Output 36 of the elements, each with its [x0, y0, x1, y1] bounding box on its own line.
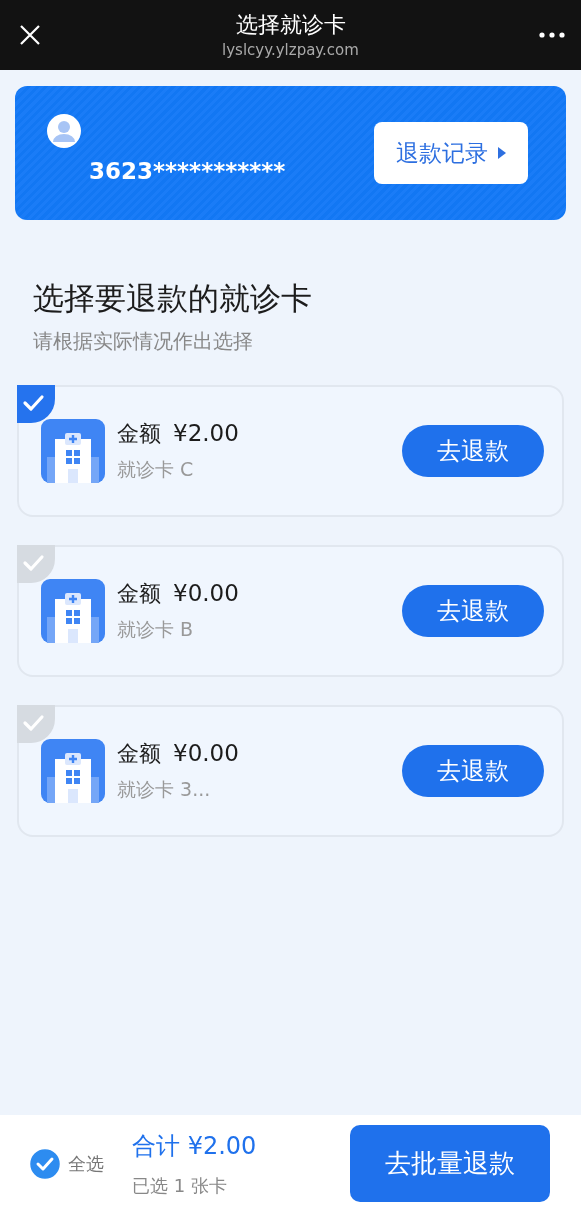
card-number: 就诊卡 B [117, 617, 195, 642]
card-number: 就诊卡 C [117, 457, 195, 482]
hospital-icon [41, 419, 105, 483]
selected-count: 已选 1 张卡 [132, 1173, 228, 1198]
card-item[interactable]: 金额 ¥0.00 就诊卡 B 去退款 [17, 545, 564, 677]
avatar-icon [47, 114, 81, 148]
amount-label: 金额 [117, 580, 161, 608]
refund-records-button[interactable]: 退款记录 [374, 122, 528, 184]
select-all-checkbox[interactable] [30, 1148, 60, 1179]
total-amount: 合计 ¥2.00 [132, 1130, 258, 1162]
batch-refund-button[interactable]: 去批量退款 [350, 1125, 550, 1202]
more-icon[interactable] [539, 32, 565, 38]
amount-label: 金额 [117, 420, 161, 448]
amount-value: ¥0.00 [173, 740, 239, 766]
refund-button[interactable]: 去退款 [402, 585, 544, 637]
check-corner[interactable] [17, 705, 55, 743]
card-item[interactable]: 金额 ¥2.00 就诊卡 C 去退款 [17, 385, 564, 517]
section-title: 选择要退款的就诊卡 [33, 279, 313, 318]
page-title: 选择就诊卡 [235, 11, 346, 39]
check-corner[interactable] [17, 385, 55, 423]
select-all-label[interactable]: 全选 [68, 1151, 104, 1176]
amount-label: 金额 [117, 740, 161, 768]
card-number: 就诊卡 3... [117, 777, 212, 802]
page-url: lyslcyy.ylzpay.com [222, 40, 359, 60]
hospital-icon [41, 739, 105, 803]
section-subtitle: 请根据实际情况作出选择 [33, 328, 254, 355]
caret-icon [498, 147, 506, 159]
amount-value: ¥2.00 [173, 420, 239, 446]
refund-button[interactable]: 去退款 [402, 745, 544, 797]
id-number: 3623*********** [89, 158, 286, 184]
amount-value: ¥0.00 [173, 580, 239, 606]
refund-button[interactable]: 去退款 [402, 425, 544, 477]
card-item[interactable]: 金额 ¥0.00 就诊卡 3... 去退款 [17, 705, 564, 837]
check-corner[interactable] [17, 545, 55, 583]
hospital-icon [41, 579, 105, 643]
close-icon[interactable] [18, 23, 42, 47]
